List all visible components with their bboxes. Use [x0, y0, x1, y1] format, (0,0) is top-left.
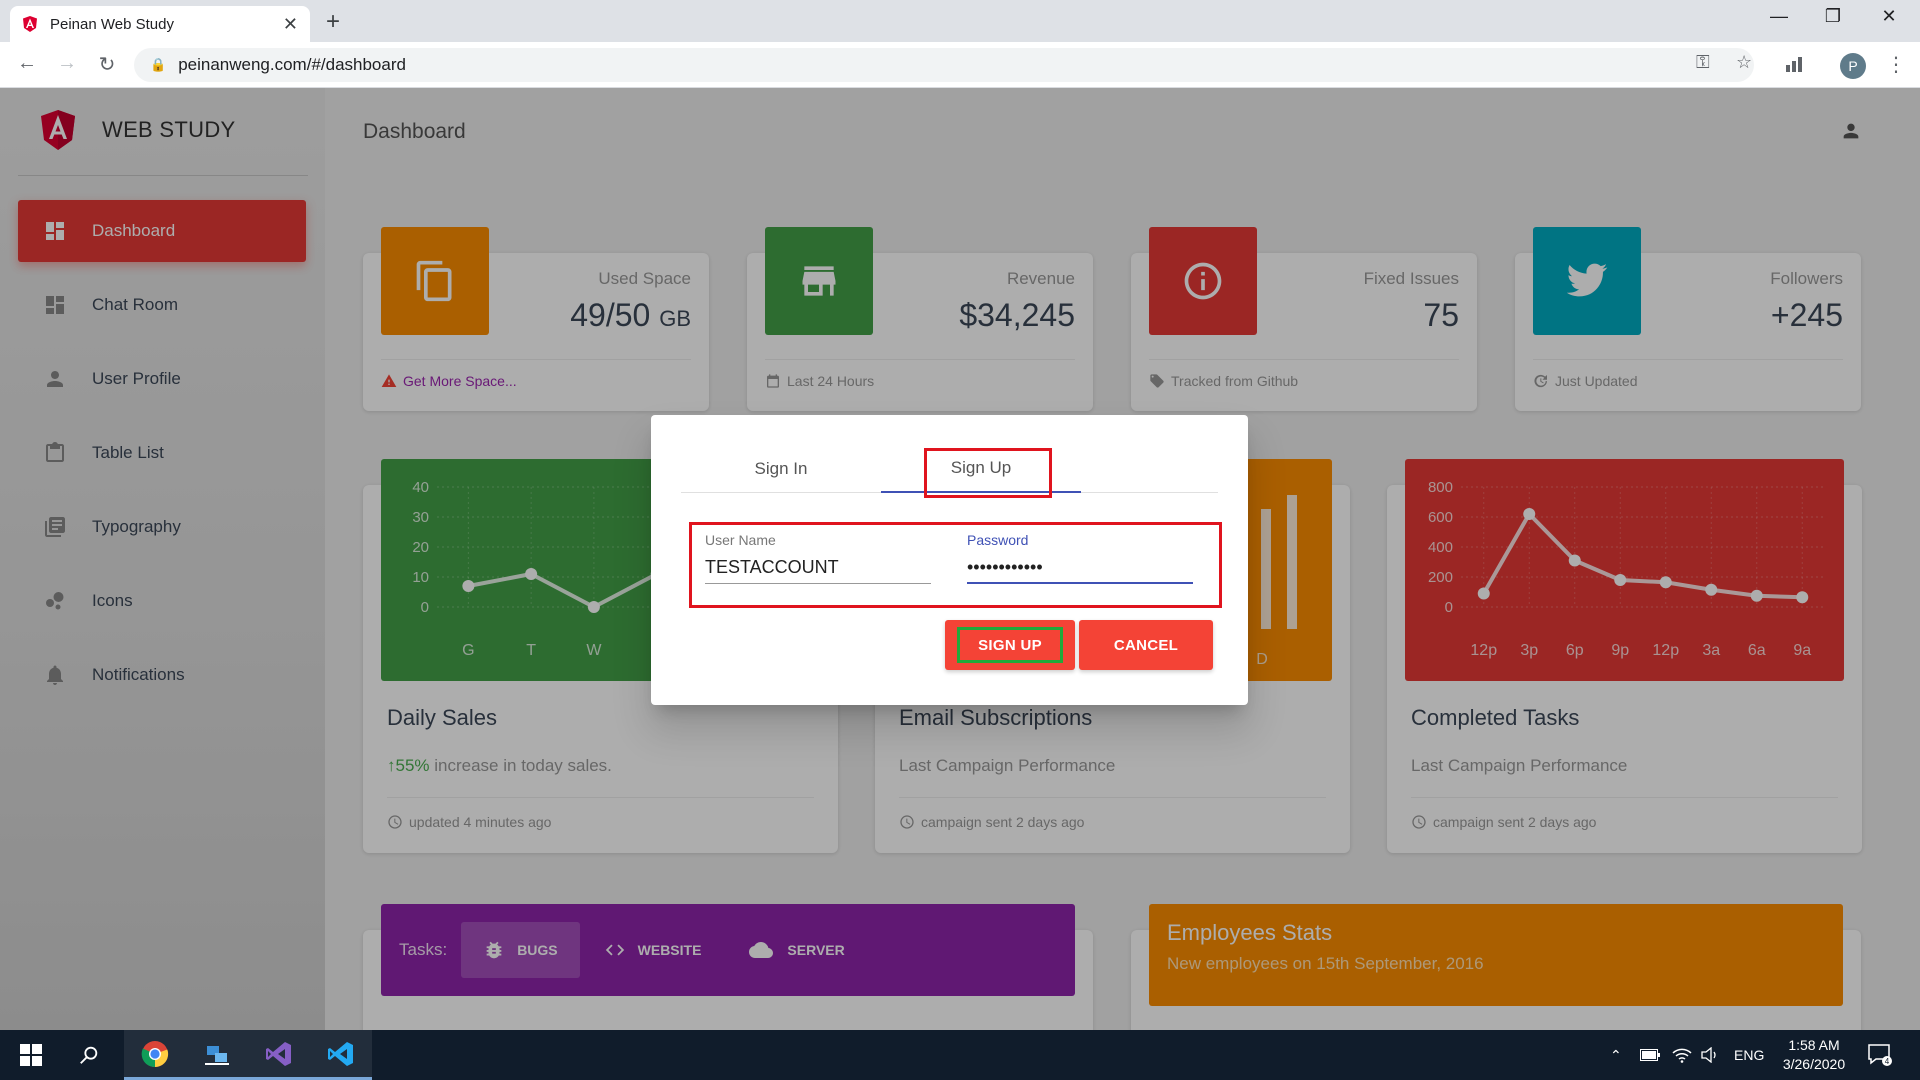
- browser-tab[interactable]: Peinan Web Study ✕: [10, 6, 310, 42]
- highlight-box: [957, 627, 1063, 663]
- language-indicator[interactable]: ENG: [1734, 1030, 1764, 1080]
- vscode-icon[interactable]: [310, 1030, 372, 1080]
- browser-tab-strip: Peinan Web Study ✕ + — ❐ ✕: [0, 0, 1920, 42]
- username-field: User Name: [705, 532, 931, 584]
- battery-icon[interactable]: [1640, 1030, 1660, 1080]
- windows-start-icon[interactable]: [0, 1030, 62, 1080]
- wifi-icon[interactable]: [1672, 1030, 1692, 1080]
- network-app-icon[interactable]: [186, 1030, 248, 1080]
- highlight-box: [924, 448, 1052, 498]
- minimize-icon[interactable]: —: [1756, 6, 1802, 27]
- lock-icon: 🔒: [150, 57, 167, 72]
- close-tab-icon[interactable]: ✕: [283, 14, 298, 35]
- show-hidden-icons-icon[interactable]: ⌃: [1610, 1030, 1622, 1080]
- new-tab-icon[interactable]: +: [326, 8, 340, 36]
- extension-icon[interactable]: [1786, 56, 1806, 72]
- restore-icon[interactable]: ❐: [1810, 6, 1856, 27]
- url-text: peinanweng.com/#/dashboard: [178, 55, 406, 74]
- windows-taskbar: ⌃ ENG 1:58 AM 3/26/2020 4: [0, 1030, 1920, 1080]
- bookmark-star-icon[interactable]: ☆: [1736, 52, 1752, 73]
- profile-avatar[interactable]: P: [1840, 53, 1866, 79]
- clock-date: 3/26/2020: [1782, 1056, 1846, 1072]
- chrome-icon[interactable]: [124, 1030, 186, 1080]
- password-input[interactable]: [967, 552, 1193, 584]
- volume-icon[interactable]: [1700, 1030, 1720, 1080]
- address-bar: ← → ↻ 🔒 peinanweng.com/#/dashboard ⚿ ☆ P…: [0, 42, 1920, 88]
- url-field[interactable]: 🔒 peinanweng.com/#/dashboard: [134, 48, 1754, 82]
- password-label: Password: [967, 532, 1029, 548]
- tab-sign-in[interactable]: Sign In: [681, 445, 881, 493]
- menu-kebab-icon[interactable]: ⋮: [1886, 52, 1906, 77]
- tab-title: Peinan Web Study: [50, 15, 174, 33]
- visual-studio-icon[interactable]: [248, 1030, 310, 1080]
- signup-dialog: Sign In Sign Up User Name Password SIGN …: [651, 415, 1248, 705]
- cancel-button[interactable]: CANCEL: [1079, 620, 1213, 670]
- password-field: Password: [967, 532, 1193, 584]
- username-label: User Name: [705, 532, 776, 548]
- username-input[interactable]: [705, 552, 931, 584]
- app-window: WEB STUDY Dashboard Chat Room User Profi…: [0, 88, 1920, 1030]
- reload-icon[interactable]: ↻: [94, 52, 120, 77]
- angular-favicon-icon: [23, 16, 37, 32]
- key-icon[interactable]: ⚿: [1696, 52, 1710, 73]
- clock[interactable]: 1:58 AM 3/26/2020: [1766, 1036, 1862, 1074]
- back-icon[interactable]: ←: [14, 52, 40, 75]
- close-window-icon[interactable]: ✕: [1866, 6, 1912, 27]
- notification-count: 4: [1885, 1057, 1890, 1066]
- notifications-icon[interactable]: 4: [1868, 1030, 1892, 1080]
- clock-time: 1:58 AM: [1788, 1037, 1840, 1053]
- search-icon[interactable]: [58, 1030, 120, 1080]
- forward-icon[interactable]: →: [54, 52, 80, 75]
